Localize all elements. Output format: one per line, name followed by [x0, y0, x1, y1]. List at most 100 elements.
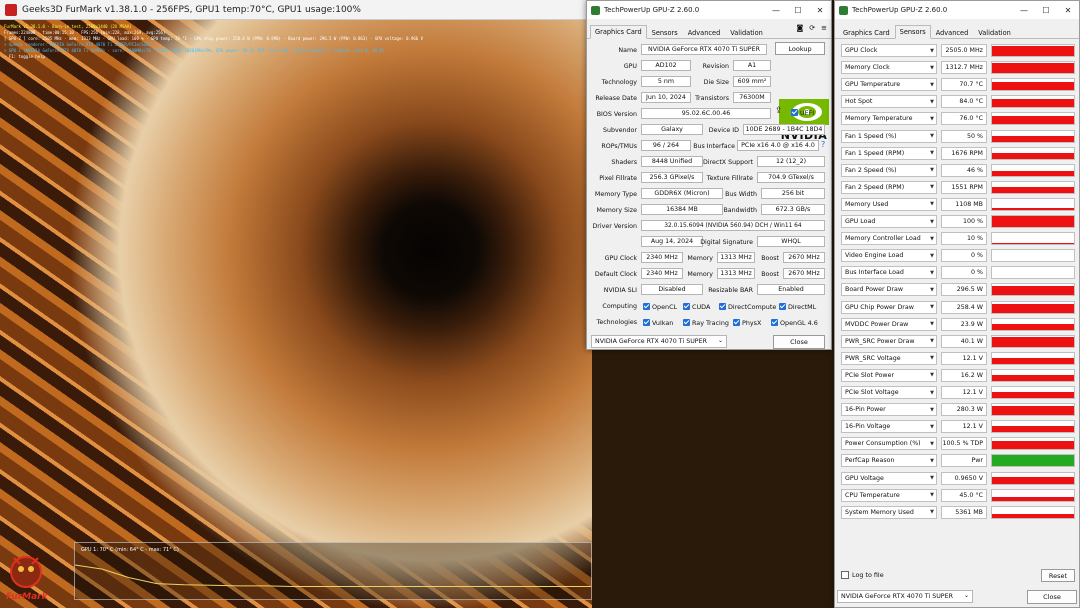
gpuz-sensors-window: TechPowerUp GPU-Z 2.60.0 — ☐ ✕ Graphics …	[834, 0, 1080, 608]
tab-advanced[interactable]: Advanced	[931, 26, 974, 39]
sensor-name-dropdown[interactable]: Memory Controller Load ▼	[841, 232, 937, 246]
maximize-button[interactable]: ☐	[787, 1, 809, 19]
uefi-checkbox[interactable]: UEFI	[791, 109, 814, 117]
sensor-name-dropdown[interactable]: CPU Temperature ▼	[841, 488, 937, 502]
camera-icon[interactable]: ◙	[796, 24, 803, 32]
sensor-value: 50 %	[941, 129, 987, 143]
maximize-button[interactable]: ☐	[1035, 1, 1057, 19]
refresh-icon[interactable]: ⟳	[809, 24, 815, 32]
close-button[interactable]: Close	[1027, 590, 1077, 604]
sensor-name-dropdown[interactable]: Memory Temperature ▼	[841, 112, 937, 126]
sensor-name-dropdown[interactable]: System Memory Used ▼	[841, 505, 937, 519]
check-opencl[interactable]: OpenCL	[643, 303, 677, 311]
sensor-name-dropdown[interactable]: Fan 1 Speed (RPM) ▼	[841, 146, 937, 160]
sensor-row: Fan 2 Speed (%) ▼ 46 %	[839, 163, 1077, 177]
triangle-down-icon: ▼	[930, 133, 934, 139]
sensor-name-dropdown[interactable]: Board Power Draw ▼	[841, 283, 937, 297]
sensor-name-dropdown[interactable]: Memory Used ▼	[841, 197, 937, 211]
chevron-down-icon: ⌄	[717, 337, 723, 344]
label-device-id: Device ID	[708, 127, 739, 134]
sensor-row: MVDDC Power Draw ▼ 23.9 W	[839, 317, 1077, 331]
gpuz2-title-bar[interactable]: TechPowerUp GPU-Z 2.60.0 — ☐ ✕	[835, 1, 1079, 19]
menu-icon[interactable]: ≡	[821, 24, 827, 32]
tab-graphics-card[interactable]: Graphics Card	[590, 25, 647, 39]
sensor-name: Hot Spot	[845, 98, 873, 106]
sensor-name: Memory Controller Load	[845, 235, 921, 243]
driver-version-field: 32.0.15.6094 (NVIDIA 560.94) DCH / Win11…	[641, 220, 825, 231]
sensor-name-dropdown[interactable]: GPU Chip Power Draw ▼	[841, 300, 937, 314]
ray-tracing-label: Ray Tracing	[692, 319, 729, 327]
close-window-button[interactable]: ✕	[809, 1, 831, 19]
sensor-name: 16-Pin Voltage	[845, 423, 891, 431]
tab-validation[interactable]: Validation	[973, 26, 1016, 39]
sensor-name-dropdown[interactable]: PWR_SRC Power Draw ▼	[841, 334, 937, 348]
check-vulkan[interactable]: Vulkan	[643, 319, 673, 327]
sensor-name-dropdown[interactable]: 16-Pin Power ▼	[841, 403, 937, 417]
tab-advanced[interactable]: Advanced	[683, 26, 726, 39]
sensor-graph-fill	[992, 303, 1074, 313]
sensor-name-dropdown[interactable]: Power Consumption (%) ▼	[841, 437, 937, 451]
check-icon	[643, 319, 650, 326]
sensor-name-dropdown[interactable]: PCIe Slot Voltage ▼	[841, 386, 937, 399]
check-cuda[interactable]: CUDA	[683, 303, 710, 311]
gpuz1-title: TechPowerUp GPU-Z 2.60.0	[604, 6, 700, 14]
triangle-down-icon: ▼	[930, 389, 934, 396]
label-gpu-clock: GPU Clock	[604, 255, 637, 262]
lookup-button[interactable]: Lookup	[775, 42, 825, 55]
gpuz1-title-bar[interactable]: TechPowerUp GPU-Z 2.60.0 — ☐ ✕	[587, 1, 831, 19]
sensor-value: 1108 MB	[941, 197, 987, 211]
check-ray-tracing[interactable]: Ray Tracing	[683, 319, 729, 327]
sensor-name-dropdown[interactable]: PCIe Slot Power ▼	[841, 368, 937, 382]
sensor-name-dropdown[interactable]: Video Engine Load ▼	[841, 249, 937, 263]
close-window-button[interactable]: ✕	[1057, 1, 1079, 19]
sensor-graph	[991, 180, 1075, 194]
sensor-name-dropdown[interactable]: Hot Spot ▼	[841, 95, 937, 109]
check-physx[interactable]: PhysX	[733, 319, 761, 327]
sensor-graph-fill	[992, 98, 1074, 108]
sensor-name-dropdown[interactable]: Bus Interface Load ▼	[841, 266, 937, 280]
check-directcompute[interactable]: DirectCompute	[719, 303, 776, 311]
furmark-title-bar[interactable]: Geeks3D FurMark v1.38.1.0 - 256FPS, GPU1…	[0, 0, 592, 20]
help-icon[interactable]: ?	[821, 140, 825, 149]
furmark-graph-label: GPU 1: 70° C (min: 64° C - max: 71° C)	[81, 547, 179, 553]
gpu-name-field: NVIDIA GeForce RTX 4070 Ti SUPER	[641, 44, 767, 55]
tab-sensors[interactable]: Sensors	[647, 26, 683, 39]
minimize-button[interactable]: —	[1013, 1, 1035, 19]
sensor-row: Memory Used ▼ 1108 MB	[839, 197, 1077, 211]
tab-graphics-card[interactable]: Graphics Card	[838, 26, 895, 39]
sensor-name-dropdown[interactable]: GPU Voltage ▼	[841, 471, 937, 485]
uefi-label: UEFI	[800, 110, 815, 117]
sensor-name-dropdown[interactable]: GPU Clock ▼	[841, 44, 937, 57]
share-icon[interactable]: ⇪	[775, 106, 783, 116]
close-button[interactable]: Close	[773, 335, 825, 349]
tab-validation[interactable]: Validation	[725, 26, 768, 39]
tab-sensors[interactable]: Sensors	[894, 25, 931, 39]
sensor-name: PCIe Slot Power	[845, 371, 895, 379]
check-icon	[683, 319, 690, 326]
check-icon	[771, 319, 778, 326]
label-driver-version: Driver Version	[592, 223, 637, 230]
sensor-graph-fill	[992, 375, 1074, 381]
check-directml[interactable]: DirectML	[779, 303, 816, 311]
sensor-name-dropdown[interactable]: PerfCap Reason ▼	[841, 454, 937, 468]
sensor-name-dropdown[interactable]: 16-Pin Voltage ▼	[841, 420, 937, 434]
reset-button[interactable]: Reset	[1041, 569, 1075, 582]
sensor-name-dropdown[interactable]: Fan 1 Speed (%) ▼	[841, 129, 937, 143]
sensor-name-dropdown[interactable]: Fan 2 Speed (%) ▼	[841, 163, 937, 177]
label-shaders: Shaders	[611, 159, 637, 166]
log-to-file-checkbox[interactable]: Log to file	[841, 571, 884, 579]
sensor-name-dropdown[interactable]: PWR_SRC Voltage ▼	[841, 351, 937, 365]
sensor-name-dropdown[interactable]: Fan 2 Speed (RPM) ▼	[841, 180, 937, 194]
gpu-select-dropdown[interactable]: NVIDIA GeForce RTX 4070 Ti SUPER ⌄	[837, 590, 973, 603]
check-opengl[interactable]: OpenGL 4.6	[771, 319, 818, 327]
sensor-name-dropdown[interactable]: GPU Load ▼	[841, 215, 937, 228]
minimize-button[interactable]: —	[765, 1, 787, 19]
gpu-select-dropdown[interactable]: NVIDIA GeForce RTX 4070 Ti SUPER ⌄	[591, 335, 727, 348]
sensor-name-dropdown[interactable]: Memory Clock ▼	[841, 61, 937, 75]
sensor-name-dropdown[interactable]: GPU Temperature ▼	[841, 78, 937, 92]
sensor-value: 70.7 °C	[941, 78, 987, 92]
triangle-down-icon: ▼	[930, 457, 934, 464]
sensor-graph	[991, 317, 1075, 331]
sensor-name-dropdown[interactable]: MVDDC Power Draw ▼	[841, 317, 937, 331]
sensor-graph	[991, 351, 1075, 365]
